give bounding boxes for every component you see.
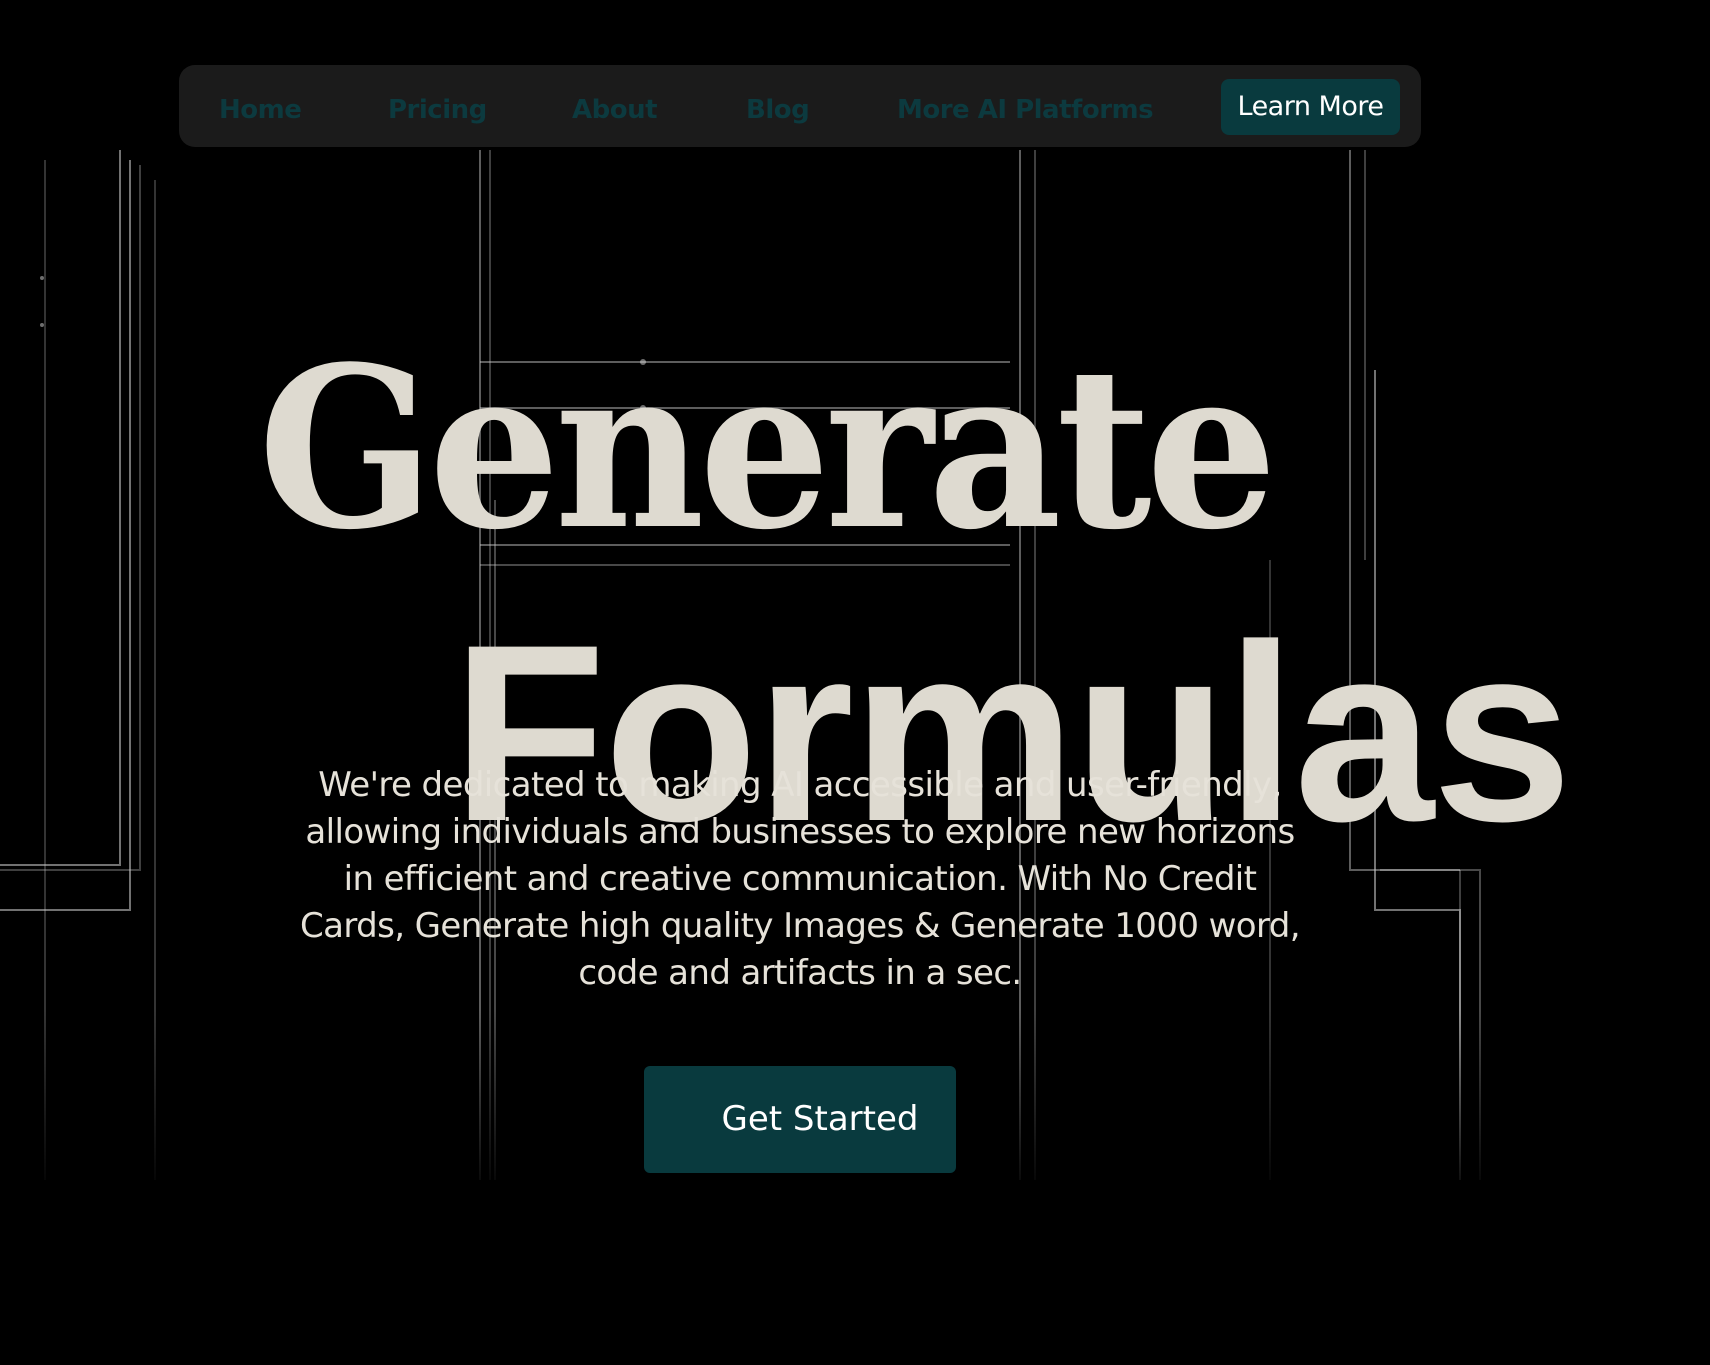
nav-link-pricing[interactable]: Pricing xyxy=(388,65,487,147)
page: Home Pricing About Blog More AI Platform… xyxy=(0,0,1710,1365)
hero-description: We're dedicated to making AI accessible … xyxy=(300,765,1301,993)
learn-more-button[interactable]: Learn More xyxy=(1221,79,1400,135)
nav-link-more-ai-platforms[interactable]: More AI Platforms xyxy=(897,65,1154,147)
nav-link-about[interactable]: About xyxy=(572,65,658,147)
get-started-button[interactable]: Get Started xyxy=(644,1066,956,1173)
top-navigation: Home Pricing About Blog More AI Platform… xyxy=(179,65,1421,147)
nav-link-blog[interactable]: Blog xyxy=(746,65,810,147)
nav-link-home[interactable]: Home xyxy=(219,65,302,147)
hero-title-line-1: Generate xyxy=(258,318,1277,579)
